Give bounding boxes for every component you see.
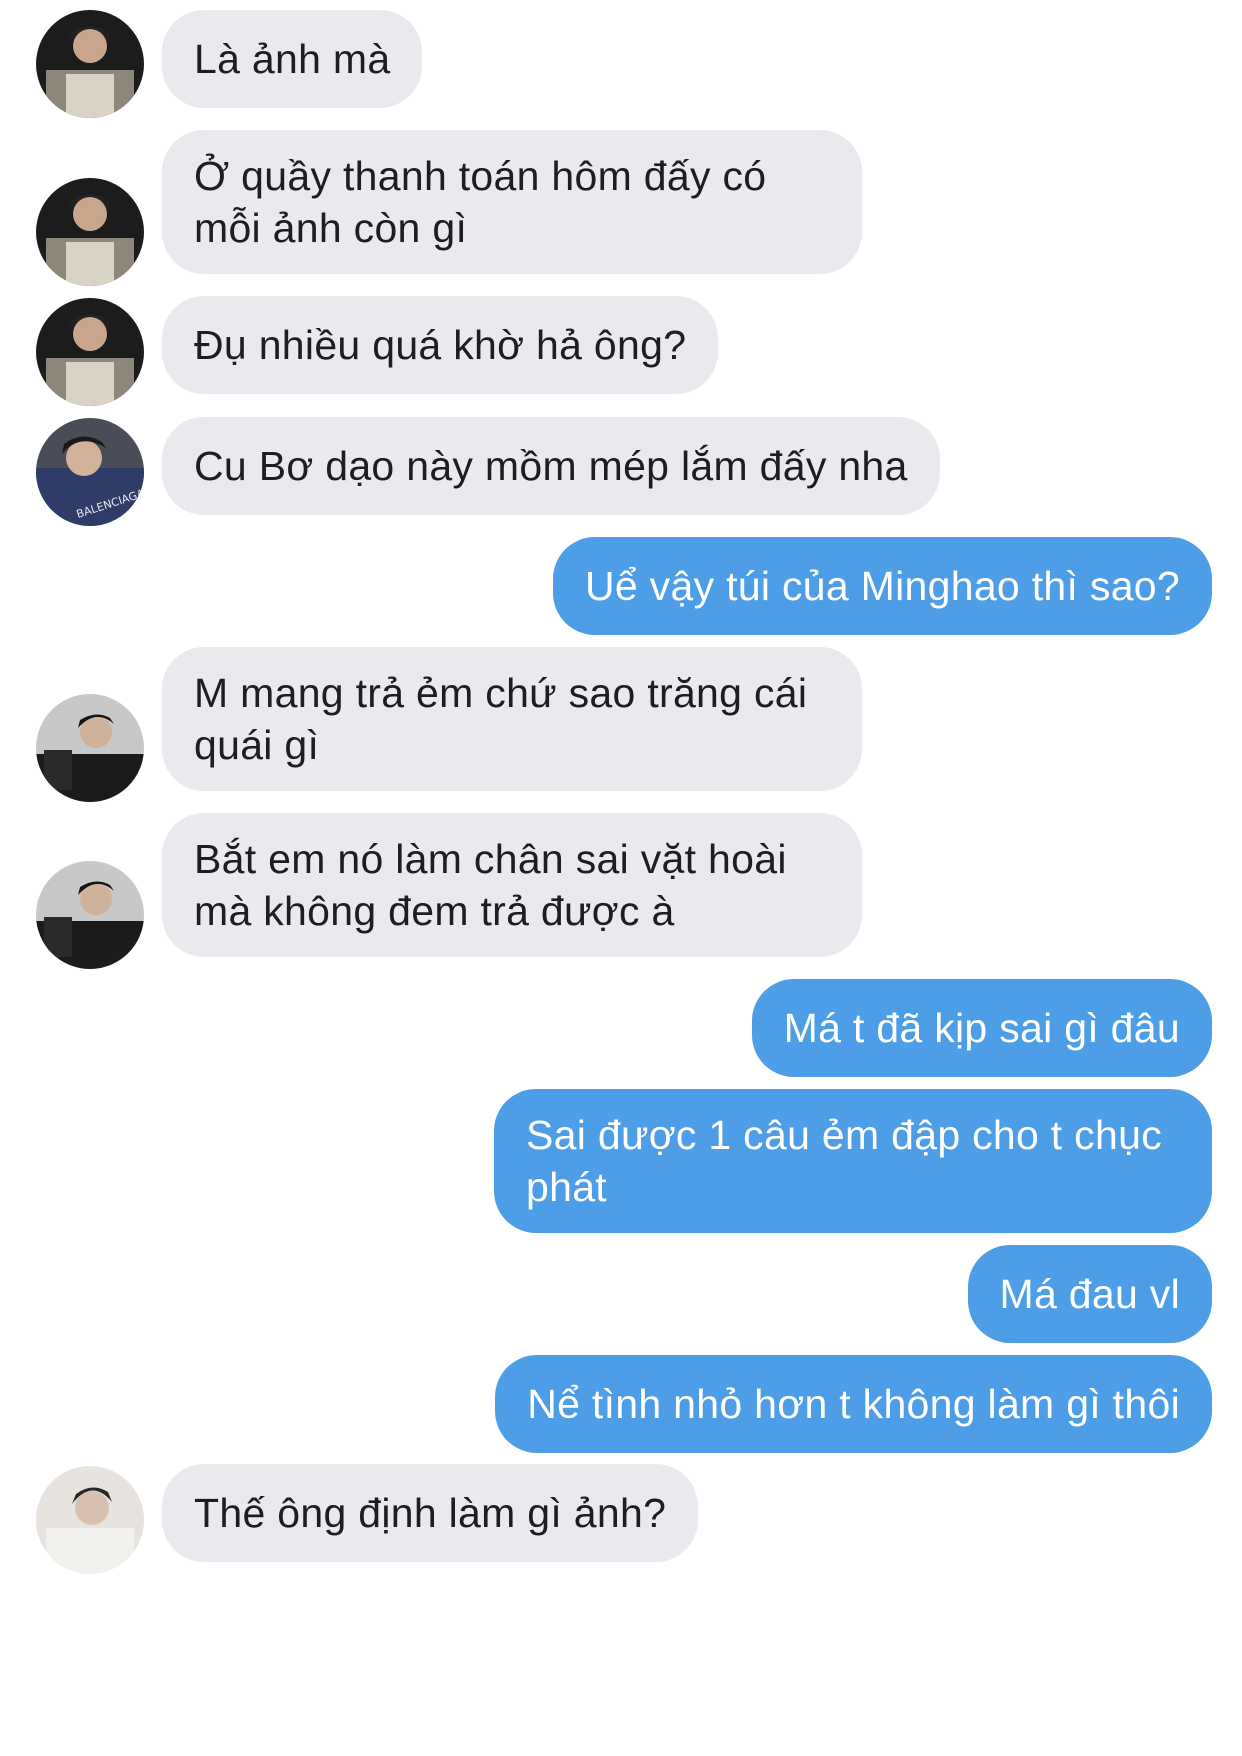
contact-avatar[interactable] (36, 10, 144, 118)
outgoing-message: Má t đã kịp sai gì đâu (751, 979, 1212, 1077)
message-text: Thế ông định làm gì ảnh? (194, 1490, 667, 1536)
contact-avatar[interactable]: BALENCIAGA (36, 418, 144, 526)
incoming-message: Đụ nhiều quá khờ hả ông? (162, 296, 719, 394)
incoming-message: Ở quầy thanh toán hôm đấy có mỗi ảnh còn… (162, 130, 862, 274)
message-text: Má đau vl (999, 1271, 1180, 1317)
message-text: Uể vậy túi của Minghao thì sao? (584, 563, 1180, 609)
message-text: Bắt em nó làm chân sai vặt hoài mà không… (194, 836, 799, 934)
contact-avatar[interactable] (36, 694, 144, 802)
incoming-message: M mang trả ẻm chứ sao trăng cái quái gì (162, 647, 862, 791)
message-text: Sai được 1 câu ẻm đập cho t chục phát (526, 1112, 1174, 1210)
outgoing-message: Má đau vl (967, 1245, 1212, 1343)
message-text: Ở quầy thanh toán hôm đấy có mỗi ảnh còn… (194, 153, 779, 251)
outgoing-message: Uể vậy túi của Minghao thì sao? (552, 537, 1212, 635)
message-text: Là ảnh mà (194, 36, 391, 82)
outgoing-message: Sai được 1 câu ẻm đập cho t chục phát (494, 1089, 1212, 1233)
outgoing-message: Nể tình nhỏ hơn t không làm gì thôi (495, 1355, 1212, 1453)
message-text: Nể tình nhỏ hơn t không làm gì thôi (527, 1381, 1180, 1427)
incoming-message: Là ảnh mà (162, 10, 423, 108)
contact-avatar[interactable] (36, 861, 144, 969)
incoming-message: Thế ông định làm gì ảnh? (162, 1464, 699, 1562)
message-text: M mang trả ẻm chứ sao trăng cái quái gì (194, 670, 819, 768)
contact-avatar[interactable] (36, 178, 144, 286)
message-text: Đụ nhiều quá khờ hả ông? (194, 322, 687, 368)
contact-avatar[interactable] (36, 298, 144, 406)
incoming-message: Cu Bơ dạo này mồm mép lắm đấy nha (162, 417, 940, 515)
incoming-message: Bắt em nó làm chân sai vặt hoài mà không… (162, 813, 862, 957)
contact-avatar[interactable] (36, 1466, 144, 1574)
message-text: Cu Bơ dạo này mồm mép lắm đấy nha (194, 443, 908, 489)
message-text: Má t đã kịp sai gì đâu (783, 1005, 1180, 1051)
